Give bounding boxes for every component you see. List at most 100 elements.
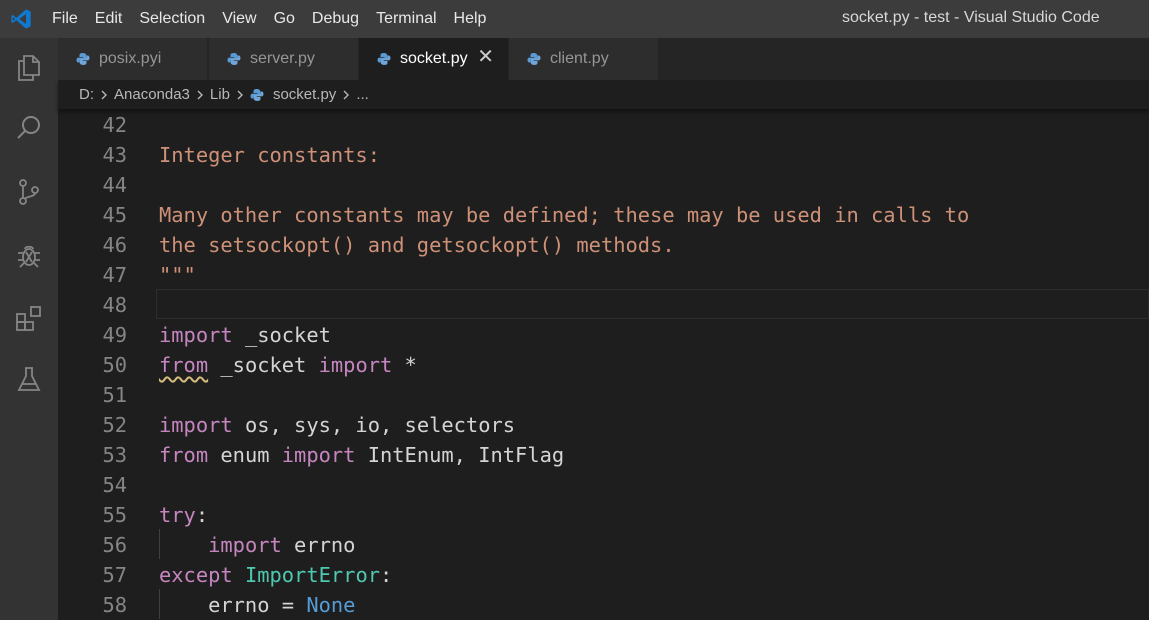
code-token: * xyxy=(392,353,417,377)
tab-socket-py[interactable]: socket.py ✕ xyxy=(359,38,509,80)
python-file-icon xyxy=(227,53,241,65)
tab-label: posix.pyi xyxy=(99,50,162,67)
code-text: errno = None xyxy=(159,593,355,617)
code-token: try xyxy=(159,503,196,527)
tab-label: server.py xyxy=(250,50,315,67)
python-file-icon xyxy=(76,53,90,65)
code-token: import xyxy=(159,323,233,347)
search-icon[interactable] xyxy=(11,110,47,146)
code-line[interactable]: 44 xyxy=(58,169,1149,199)
current-line-highlight xyxy=(156,289,1149,319)
code-line[interactable]: 55 try: xyxy=(58,499,1149,529)
close-icon[interactable]: ✕ xyxy=(477,47,494,67)
tab-client-py[interactable]: client.py xyxy=(509,38,659,80)
code-line[interactable]: 42 xyxy=(58,109,1149,139)
menu-selection[interactable]: Selection xyxy=(139,10,205,28)
breadcrumb-drive[interactable]: D: xyxy=(79,86,94,103)
breadcrumb-folder-anaconda3[interactable]: Anaconda3 xyxy=(114,86,190,103)
line-number: 58 xyxy=(102,593,127,617)
line-number: 55 xyxy=(102,503,127,527)
line-number: 46 xyxy=(102,233,127,257)
code-text: Many other constants may be defined; the… xyxy=(159,203,969,227)
tab-posix-pyi[interactable]: posix.pyi xyxy=(58,38,208,80)
menu-go[interactable]: Go xyxy=(274,10,295,28)
breadcrumb-folder-lib[interactable]: Lib xyxy=(210,86,230,103)
line-number: 53 xyxy=(102,443,127,467)
menu-terminal[interactable]: Terminal xyxy=(376,10,436,28)
line-number: 54 xyxy=(102,473,127,497)
code-editor[interactable]: 42 43 Integer constants: 44 45 Many other con… xyxy=(58,109,1149,620)
code-token: : xyxy=(380,563,393,587)
code-token: _socket xyxy=(232,323,331,347)
code-token: from xyxy=(159,353,209,377)
window-title: socket.py - test - Visual Studio Code xyxy=(842,9,1100,26)
code-text: import errno xyxy=(159,533,355,557)
code-token: IntEnum, IntFlag xyxy=(355,443,565,467)
code-text: """ xyxy=(159,263,196,287)
code-token: import xyxy=(159,413,233,437)
chevron-right-icon xyxy=(343,90,350,99)
menu-help[interactable]: Help xyxy=(454,10,487,28)
code-line[interactable]: 56 import errno xyxy=(58,529,1149,559)
line-number: 57 xyxy=(102,563,127,587)
indent-guide xyxy=(159,529,160,559)
debug-icon[interactable] xyxy=(11,237,47,273)
code-line[interactable]: 47 """ xyxy=(58,259,1149,289)
tab-bar: posix.pyi server.py socket.py ✕ client.p… xyxy=(58,38,1149,80)
code-line[interactable]: 50 from _socket import * xyxy=(58,349,1149,379)
code-line[interactable]: 46 the setsockopt() and getsockopt() meth… xyxy=(58,229,1149,259)
line-number: 50 xyxy=(102,353,127,377)
code-line[interactable]: 54 xyxy=(58,469,1149,499)
line-number: 44 xyxy=(102,173,127,197)
code-token: import xyxy=(208,533,282,557)
code-token: errno = xyxy=(159,593,307,617)
menu-file[interactable]: File xyxy=(52,10,78,28)
code-token: import xyxy=(281,443,356,467)
menu-bar: File Edit Selection View Go Debug Termin… xyxy=(52,0,503,38)
explorer-icon[interactable] xyxy=(11,50,47,86)
extensions-icon[interactable] xyxy=(11,300,47,336)
code-token: the setsockopt() and getsockopt() method… xyxy=(159,233,675,257)
code-line[interactable]: 53 from enum import IntEnum, IntFlag xyxy=(58,439,1149,469)
code-token: ImportError xyxy=(244,563,380,587)
code-text: Integer constants: xyxy=(159,143,380,167)
code-line[interactable]: 48 xyxy=(58,289,1149,319)
chevron-right-icon xyxy=(101,90,107,99)
menu-debug[interactable]: Debug xyxy=(312,10,359,28)
source-control-icon[interactable] xyxy=(11,174,47,210)
activity-bar xyxy=(0,38,58,620)
tab-server-py[interactable]: server.py xyxy=(209,38,359,80)
code-token: """ xyxy=(159,263,196,287)
code-line[interactable]: 49 import _socket xyxy=(58,319,1149,349)
python-file-icon xyxy=(250,88,264,101)
breadcrumb-more[interactable]: ... xyxy=(356,86,369,103)
code-token: : xyxy=(195,503,209,527)
code-text: import _socket xyxy=(159,323,331,347)
code-line[interactable]: 57 except ImportError: xyxy=(58,559,1149,589)
code-line[interactable]: 52 import os, sys, io, selectors xyxy=(58,409,1149,439)
tab-label: socket.py xyxy=(400,50,468,67)
indent-guide xyxy=(159,589,160,619)
menu-edit[interactable]: Edit xyxy=(95,10,123,28)
line-number: 49 xyxy=(102,323,127,347)
code-text: except ImportError: xyxy=(159,563,392,587)
line-number: 52 xyxy=(102,413,127,437)
test-icon[interactable] xyxy=(11,362,47,398)
code-line[interactable]: 51 xyxy=(58,379,1149,409)
code-line[interactable]: 45 Many other constants may be defined; t… xyxy=(58,199,1149,229)
code-line[interactable]: 43 Integer constants: xyxy=(58,139,1149,169)
menu-view[interactable]: View xyxy=(222,10,256,28)
code-token: None xyxy=(306,593,356,617)
code-token: Integer constants: xyxy=(159,143,380,167)
line-number: 45 xyxy=(102,203,127,227)
code-line[interactable]: 58 errno = None xyxy=(58,589,1149,619)
breadcrumb-file[interactable]: socket.py xyxy=(273,86,336,103)
code-token: enum xyxy=(208,443,282,467)
line-number: 47 xyxy=(102,263,127,287)
vscode-logo-icon[interactable] xyxy=(10,8,32,30)
title-bar: File Edit Selection View Go Debug Termin… xyxy=(0,0,1149,38)
chevron-right-icon xyxy=(197,90,203,99)
code-token: import xyxy=(318,353,393,377)
chevron-right-icon xyxy=(237,90,243,99)
